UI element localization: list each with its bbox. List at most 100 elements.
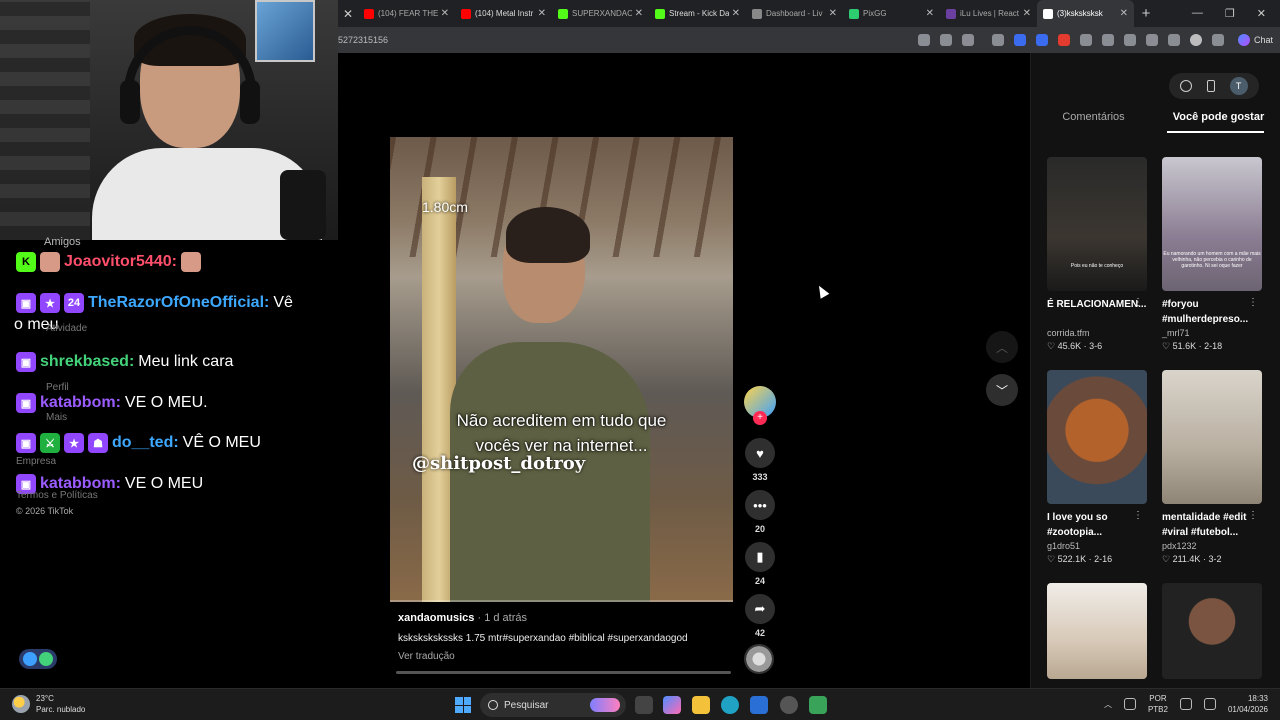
music-disc[interactable] [744,644,774,674]
clock[interactable]: 18:33 01/04/2026 [1228,693,1268,715]
card-author[interactable]: pdx1232 [1162,541,1262,551]
video-player[interactable]: 1.80cm Não acreditem em tudo que vocês v… [390,137,733,602]
compass-icon[interactable] [1180,80,1193,92]
next-video-button[interactable]: ﹀ [986,374,1018,406]
video-thumbnail[interactable]: Eu namorando um homem com a mãe mais vel… [1162,157,1262,291]
extension-icon[interactable] [992,34,1004,46]
url-field[interactable]: 5272315156 [338,35,918,45]
favorites-icon[interactable] [1124,34,1136,46]
more-options-icon[interactable]: ⋮ [1133,510,1143,521]
keyboard-language[interactable]: POR PTB2 [1148,693,1168,715]
video-thumbnail[interactable] [1047,583,1147,679]
right-sidebar: T Comentários Você pode gostar Pois eu n… [1030,53,1280,688]
mic-icon[interactable] [1123,698,1136,710]
creator-name[interactable]: xandaomusics [398,612,474,624]
bookmark-star-icon[interactable] [962,34,974,46]
heart-icon: ♥ [745,438,775,468]
copilot-app-icon[interactable] [663,696,681,714]
translate-link[interactable]: Ver tradução [398,651,455,662]
extension-toggle[interactable] [19,649,57,669]
previous-video-button[interactable]: ︿ [986,331,1018,363]
edge-browser-icon[interactable] [721,696,739,714]
tab-favicon-icon [946,8,956,19]
more-options-icon[interactable]: ⋮ [1248,297,1258,308]
puzzle-icon[interactable] [1080,34,1092,46]
suggested-video-card[interactable]: I love you so #zootopia... ⋮ g1dro51 ♡ 522.… [1047,370,1147,565]
tab-close-icon[interactable]: ✕ [829,8,837,19]
tab-close-icon[interactable]: ✕ [926,8,934,19]
video-thumbnail[interactable] [1162,370,1262,504]
profile-avatar[interactable] [1190,34,1202,46]
save-action[interactable]: ▮ 24 [744,542,776,586]
suggested-video-card[interactable]: Pois eu não te conheço É RELACIONAMEN... ⋮… [1047,157,1147,352]
video-progress-bar[interactable] [390,600,733,602]
office-icon[interactable] [1058,34,1070,46]
shield-icon[interactable] [1014,34,1026,46]
tray-expand-icon[interactable]: ︿ [1104,699,1112,710]
volume-icon[interactable] [1203,698,1216,710]
browser-tab[interactable]: (104) Metal Instr ✕ [455,0,552,27]
taskbar-search[interactable]: Pesquisar [480,693,626,717]
more-options-icon[interactable]: ⋮ [1248,510,1258,521]
card-author[interactable]: _mrl71 [1162,328,1262,338]
card-author[interactable]: g1dro51 [1047,541,1147,551]
task-view-icon[interactable] [635,696,653,714]
close-window-icon[interactable]: ✕ [1257,7,1266,20]
browser-tab[interactable]: (104) FEAR THE ✕ [358,0,455,27]
translator-ext-icon[interactable] [1036,34,1048,46]
tab-close-icon[interactable]: ✕ [1023,8,1031,19]
tab-favicon-icon [752,8,762,19]
suggested-video-card[interactable]: mentalidade #edit #viral #futebol... ⋮ pdx… [1162,370,1262,565]
bookmark-icon: ▮ [745,542,775,572]
tab-suggestions[interactable]: Você pode gostar [1156,111,1280,131]
close-icon[interactable]: ✕ [338,7,358,21]
description-scrollbar[interactable] [396,671,731,674]
follow-button[interactable]: + [753,411,767,425]
split-screen-icon[interactable] [1102,34,1114,46]
share-action[interactable]: ➦ 42 [744,594,776,638]
microphone [280,170,326,240]
maximize-icon[interactable]: ❐ [1225,7,1235,20]
more-menu-icon[interactable] [1212,34,1224,46]
new-tab-button[interactable]: + [1134,5,1158,22]
suggested-video-card[interactable]: Eu namorando um homem com a mãe mais vel… [1162,157,1262,352]
comment-action[interactable]: ••• 20 [744,490,776,534]
tab-close-icon[interactable]: ✕ [635,8,643,19]
downloads-icon[interactable] [1168,34,1180,46]
minimize-icon[interactable]: — [1192,7,1203,20]
browser-tab[interactable]: Dashboard - Liv ✕ [746,0,843,27]
windows-start-icon[interactable] [455,697,471,713]
file-explorer-icon[interactable] [692,696,710,714]
video-thumbnail[interactable] [1162,583,1262,679]
tab-close-icon[interactable]: ✕ [1120,8,1128,19]
copilot-chat-button[interactable]: Chat [1238,34,1273,46]
suggested-video-card[interactable] [1047,583,1147,679]
phone-icon[interactable] [1206,80,1215,92]
tab-close-icon[interactable]: ✕ [441,8,449,19]
browser-tab[interactable]: PixGG ✕ [843,0,940,27]
weather-widget[interactable]: 23°C Parc. nublado [12,693,85,715]
chat-message: ▣ ⚔ ★ ☗ do__ted: VÊ O MEU [16,433,261,453]
install-app-icon[interactable] [918,34,930,46]
more-options-icon[interactable]: ⋮ [1133,297,1143,308]
browser-tab[interactable]: SUPERXANDAO ✕ [552,0,649,27]
photos-app-icon[interactable] [750,696,768,714]
user-avatar[interactable]: T [1229,77,1248,95]
like-action[interactable]: ♥ 333 [744,438,776,482]
video-thumbnail[interactable] [1047,370,1147,504]
obs-icon[interactable] [780,696,798,714]
card-author[interactable]: corrida.tfm [1047,328,1147,338]
tab-close-icon[interactable]: ✕ [732,8,740,19]
video-thumbnail[interactable]: Pois eu não te conheço [1047,157,1147,291]
streaming-app-icon[interactable] [809,696,827,714]
network-icon[interactable] [1179,698,1192,710]
tab-close-icon[interactable]: ✕ [538,8,546,19]
browser-tab[interactable]: Stream - Kick Da ✕ [649,0,746,27]
suggested-video-card[interactable] [1162,583,1262,679]
browser-tab[interactable]: (3)ksksksksk ✕ [1037,0,1134,27]
translate-icon[interactable] [940,34,952,46]
copilot-icon [1238,34,1250,46]
browser-tab[interactable]: iLu Lives | React ✕ [940,0,1037,27]
collections-icon[interactable] [1146,34,1158,46]
tab-comments[interactable]: Comentários [1031,111,1156,131]
